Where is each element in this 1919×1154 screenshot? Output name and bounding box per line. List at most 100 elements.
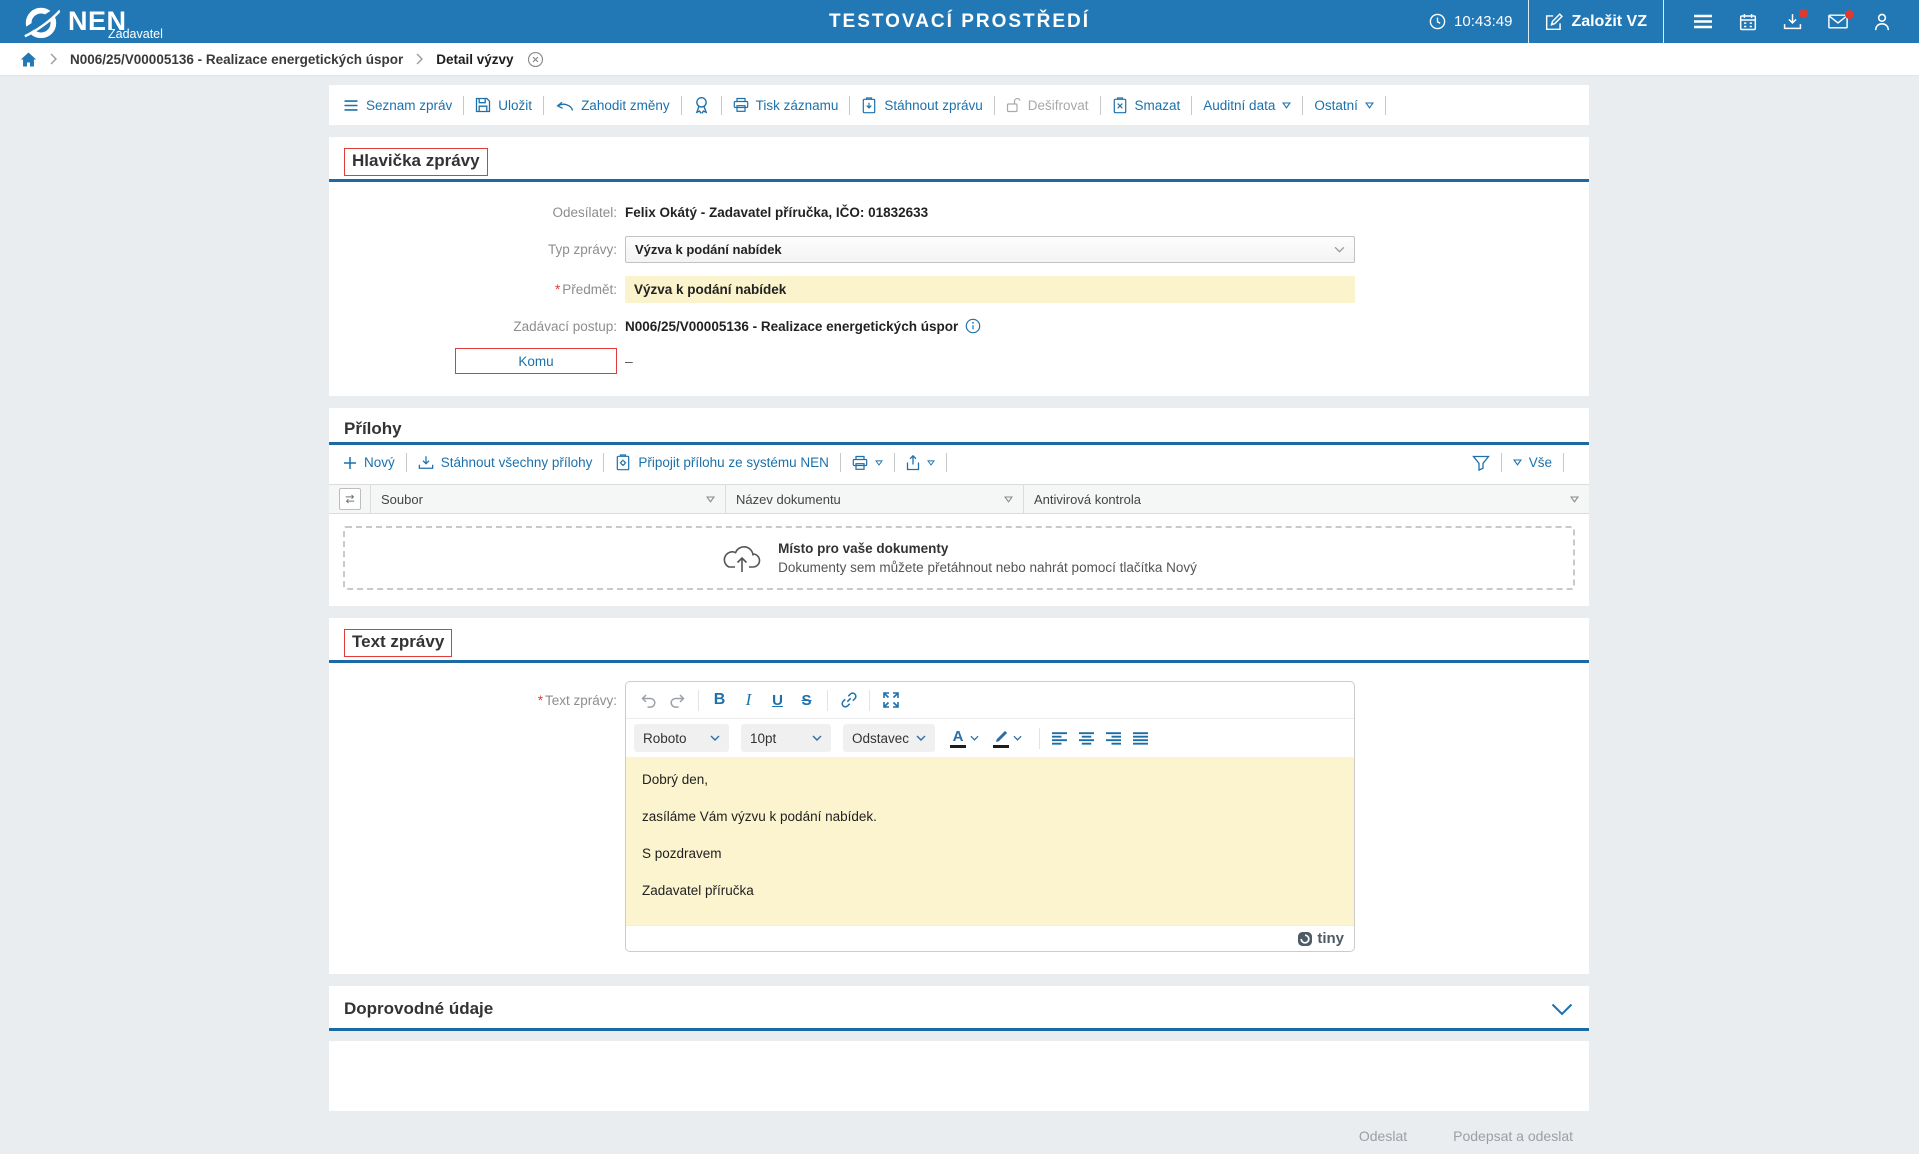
home-button[interactable] <box>20 52 37 67</box>
komu-highlight-box: Komu <box>455 348 617 374</box>
caret-down-icon <box>1282 102 1291 109</box>
fullscreen-button[interactable] <box>876 686 905 715</box>
cloud-upload-icon <box>721 541 763 575</box>
printer-icon <box>852 455 868 471</box>
nen-logo[interactable]: NEN Zadavatel <box>0 3 127 41</box>
align-justify-button[interactable] <box>1127 724 1154 753</box>
attachments-toolbar: Nový Stáhnout všechny přílohy <box>329 445 1589 480</box>
chevron-down-icon <box>710 735 720 741</box>
zadavaci-postup-label: Zadávací postup: <box>329 319 625 334</box>
section-doprovodne-udaje: Doprovodné údaje <box>329 986 1589 1031</box>
auditni-data-button[interactable]: Auditní data <box>1203 98 1291 113</box>
vse-filter-button[interactable]: Vše <box>1513 455 1552 470</box>
section-title-hlavicka: Hlavička zprávy <box>352 151 480 171</box>
seal-button[interactable] <box>693 96 710 115</box>
home-icon <box>20 52 37 67</box>
breadcrumb-current-tab[interactable]: Detail výzvy <box>436 52 513 67</box>
message-paragraph: Zadavatel příručka <box>642 882 1338 899</box>
downloads-button[interactable] <box>1783 13 1802 30</box>
text-color-button[interactable]: A <box>947 729 982 748</box>
odesilatel-label: Odesílatel: <box>329 205 625 220</box>
font-size-select[interactable]: 10pt <box>741 724 831 752</box>
stahnout-zpravu-button[interactable]: Stáhnout zprávu <box>861 97 982 114</box>
expand-section-button[interactable] <box>1551 1003 1573 1016</box>
zahodit-zmeny-button[interactable]: Zahodit změny <box>555 98 670 113</box>
caret-down-icon <box>1562 496 1579 503</box>
podepsat-a-odeslat-button[interactable]: Podepsat a odeslat <box>1453 1128 1573 1144</box>
dropzone-subtitle: Dokumenty sem můžete přetáhnout nebo nah… <box>778 560 1197 575</box>
caret-down-icon <box>1365 102 1374 109</box>
bold-button[interactable]: B <box>705 686 734 715</box>
tiny-brand-link[interactable]: tiny <box>1297 930 1344 947</box>
column-header-nazev-dokumentu[interactable]: Název dokumentu <box>726 485 1024 513</box>
header-divider <box>1528 0 1529 43</box>
align-left-button[interactable] <box>1046 724 1073 753</box>
info-icon[interactable] <box>965 318 981 334</box>
server-time-value: 10:43:49 <box>1454 13 1512 30</box>
zalozit-vz-button[interactable]: Založit VZ <box>1545 13 1647 31</box>
download-tray-icon <box>418 455 434 470</box>
column-header-soubor[interactable]: Soubor <box>371 485 726 513</box>
align-right-button[interactable] <box>1100 724 1127 753</box>
editor-statusbar: tiny <box>626 925 1354 951</box>
italic-button[interactable]: I <box>734 686 763 715</box>
share-up-icon <box>906 455 920 471</box>
chevron-down-icon <box>1013 735 1022 741</box>
print-attachments-button[interactable] <box>852 455 883 471</box>
undo-button[interactable] <box>634 686 663 715</box>
clipboard-gear-icon <box>615 454 631 471</box>
seznam-zprav-button[interactable]: Seznam zpráv <box>343 98 452 113</box>
stahnout-vsechny-prilohy-button[interactable]: Stáhnout všechny přílohy <box>418 455 593 470</box>
dropzone-title: Místo pro vaše dokumenty <box>778 541 1197 556</box>
messages-button[interactable] <box>1828 14 1848 29</box>
link-button[interactable] <box>834 686 863 715</box>
tisk-zaznamu-button[interactable]: Tisk záznamu <box>733 97 839 113</box>
chevron-down-icon <box>1551 1003 1573 1016</box>
caret-down-icon <box>996 496 1013 503</box>
block-format-select[interactable]: Odstavec <box>843 724 935 752</box>
calendar-button[interactable] <box>1739 13 1757 31</box>
ulozit-button[interactable]: Uložit <box>475 97 532 113</box>
strikethrough-button[interactable]: S <box>792 686 821 715</box>
desifrovat-button[interactable]: Dešifrovat <box>1006 97 1089 113</box>
save-icon <box>475 97 491 113</box>
profile-button[interactable] <box>1874 13 1890 31</box>
close-tab-button[interactable] <box>527 51 544 68</box>
export-attachments-button[interactable] <box>906 455 935 471</box>
smazat-button[interactable]: Smazat <box>1112 97 1181 114</box>
font-family-select[interactable]: Roboto <box>634 724 729 752</box>
message-paragraph: Dobrý den, <box>642 771 1338 788</box>
align-center-button[interactable] <box>1073 724 1100 753</box>
app-header: TESTOVACÍ PROSTŘEDÍ NEN Zadavatel 10:43:… <box>0 0 1919 43</box>
ostatni-button[interactable]: Ostatní <box>1314 98 1374 113</box>
odeslat-button[interactable]: Odeslat <box>1359 1128 1407 1144</box>
logo-subtitle: Zadavatel <box>108 27 163 41</box>
zadavaci-postup-value: N006/25/V00005136 - Realizace energetick… <box>625 319 958 334</box>
filter-button[interactable] <box>1472 455 1490 471</box>
column-header-antivirova-kontrola[interactable]: Antivirová kontrola <box>1024 485 1589 513</box>
doprovodne-content-panel <box>329 1041 1589 1111</box>
downloads-badge <box>1799 9 1808 18</box>
message-body-editor[interactable]: Dobrý den, zasíláme Vám výzvu k podání n… <box>626 757 1354 925</box>
discard-undo-icon <box>555 98 574 112</box>
message-paragraph: zasíláme Vám výzvu k podání nabídek. <box>642 808 1338 825</box>
redo-button[interactable] <box>663 686 692 715</box>
highlight-color-button[interactable] <box>990 729 1025 748</box>
pripojit-prilohu-nen-button[interactable]: Připojit přílohu ze systému NEN <box>615 454 829 471</box>
typ-zpravy-select[interactable]: Výzva k podání nabídek <box>625 236 1355 263</box>
column-settings-icon[interactable] <box>339 488 361 510</box>
breadcrumb-separator-icon <box>50 53 57 65</box>
section-title-prilohy: Přílohy <box>344 419 402 439</box>
hlavicka-title-highlight: Hlavička zprávy <box>344 148 488 176</box>
komu-button[interactable]: Komu <box>518 354 553 369</box>
main-content: Seznam zpráv Uložit Zahodit změny <box>329 85 1589 1144</box>
clipboard-download-icon <box>861 97 877 114</box>
breadcrumb-procedure[interactable]: N006/25/V00005136 - Realizace energetick… <box>70 52 403 67</box>
underline-button[interactable]: U <box>763 686 792 715</box>
novy-button[interactable]: Nový <box>343 455 395 470</box>
caret-down-icon <box>1513 459 1522 466</box>
file-dropzone[interactable]: Místo pro vaše dokumenty Dokumenty sem m… <box>343 526 1575 590</box>
main-menu-button[interactable] <box>1693 14 1713 29</box>
editor-toolbar-row2: Roboto 10pt Odstavec <box>626 719 1354 757</box>
predmet-input[interactable] <box>625 276 1355 303</box>
